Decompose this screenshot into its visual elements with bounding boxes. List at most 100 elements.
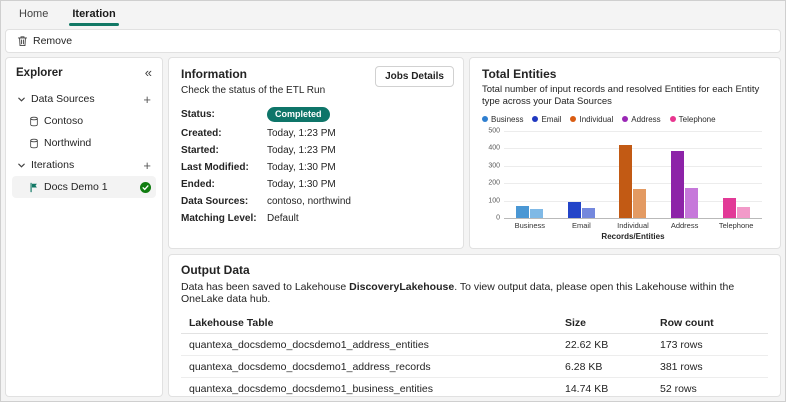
field-value: Today, 1:30 PM xyxy=(267,179,451,190)
chart-legend: Business Email Individual Address Telephone xyxy=(482,115,768,124)
cell-row-count: 52 rows xyxy=(660,383,760,395)
field-value: Default xyxy=(267,213,451,224)
remove-button[interactable]: Remove xyxy=(9,33,80,49)
iteration-flag-icon xyxy=(29,182,39,193)
explorer-panel: Explorer « Data Sources + xyxy=(5,57,163,397)
legend-dot xyxy=(622,116,628,122)
bar-group-telephone xyxy=(710,131,762,218)
cell-table-name: quantexa_docsdemo_docsdemo1_address_enti… xyxy=(189,339,565,351)
legend-item-individual[interactable]: Individual xyxy=(570,115,613,124)
field-value: contoso, northwind xyxy=(267,196,451,207)
legend-label: Telephone xyxy=(679,115,716,124)
chart-x-label: Address xyxy=(659,221,711,230)
bar-group-address xyxy=(659,131,711,218)
status-badge: Completed xyxy=(267,107,330,122)
tree-item-label: Northwind xyxy=(44,137,91,149)
main-area: Information Check the status of the ETL … xyxy=(168,57,781,397)
check-icon xyxy=(140,182,151,193)
explorer-title: Explorer xyxy=(16,67,63,79)
chart-x-label: Business xyxy=(504,221,556,230)
total-entities-title: Total Entities xyxy=(482,67,768,81)
database-icon xyxy=(29,138,39,149)
database-icon xyxy=(29,116,39,127)
chart-x-label: Email xyxy=(556,221,608,230)
bar-individual-records[interactable] xyxy=(619,145,632,218)
tree-section-label: Data Sources xyxy=(31,93,95,105)
column-header-size: Size xyxy=(565,317,660,329)
column-header-lakehouse-table: Lakehouse Table xyxy=(189,317,565,329)
tree-section-iterations: Iterations + Docs Demo 1 xyxy=(12,154,156,198)
tree-header-data-sources[interactable]: Data Sources + xyxy=(12,88,156,110)
legend-label: Address xyxy=(631,115,660,124)
chart-y-tick: 100 xyxy=(488,197,500,204)
output-data-title: Output Data xyxy=(181,263,768,277)
legend-item-telephone[interactable]: Telephone xyxy=(670,115,716,124)
remove-label: Remove xyxy=(33,35,72,47)
field-value: Completed xyxy=(267,107,451,122)
chart-x-label: Telephone xyxy=(710,221,762,230)
information-panel: Information Check the status of the ETL … xyxy=(168,57,464,249)
table-row: quantexa_docsdemo_docsdemo1_business_ent… xyxy=(181,378,768,397)
field-label: Last Modified: xyxy=(181,162,267,173)
legend-label: Email xyxy=(541,115,561,124)
cell-size: 22.62 KB xyxy=(565,339,660,351)
chart-y-tick: 0 xyxy=(496,215,500,222)
chart-y-tick: 500 xyxy=(488,127,500,134)
information-fields: Status: Completed Created: Today, 1:23 P… xyxy=(181,107,451,224)
legend-dot xyxy=(670,116,676,122)
bar-address-entities[interactable] xyxy=(685,188,698,218)
bar-email-records[interactable] xyxy=(568,202,581,218)
collapse-panel-icon[interactable]: « xyxy=(145,66,152,79)
tab-iteration[interactable]: Iteration xyxy=(60,1,127,27)
output-data-panel: Output Data Data has been saved to Lakeh… xyxy=(168,254,781,397)
output-table: Lakehouse Table Size Row count quantexa_… xyxy=(181,312,768,397)
legend-item-email[interactable]: Email xyxy=(532,115,561,124)
app-window: Home Iteration Remove Explorer « xyxy=(0,0,786,402)
tab-home[interactable]: Home xyxy=(7,1,60,27)
add-data-source-button[interactable]: + xyxy=(143,93,151,106)
field-label: Created: xyxy=(181,128,267,139)
jobs-details-button[interactable]: Jobs Details xyxy=(375,66,454,87)
content-area: Explorer « Data Sources + xyxy=(1,57,785,401)
chart-y-tick: 300 xyxy=(488,162,500,169)
legend-dot xyxy=(532,116,538,122)
total-entities-panel: Total Entities Total number of input rec… xyxy=(469,57,781,249)
chart-x-axis-title: Records/Entities xyxy=(504,232,762,241)
entities-chart: 0100200300400500 BusinessEmailIndividual… xyxy=(482,127,768,241)
tree-item-docs-demo-1[interactable]: Docs Demo 1 xyxy=(12,176,156,198)
bar-address-records[interactable] xyxy=(671,151,684,218)
lakehouse-name: DiscoveryLakehouse xyxy=(349,281,454,293)
chevron-down-icon xyxy=(17,161,26,170)
output-data-description: Data has been saved to Lakehouse Discove… xyxy=(181,281,768,305)
tree-item-northwind[interactable]: Northwind xyxy=(12,132,156,154)
tree-header-iterations[interactable]: Iterations + xyxy=(12,154,156,176)
add-iteration-button[interactable]: + xyxy=(143,159,151,172)
column-header-row-count: Row count xyxy=(660,317,760,329)
chart-gridline xyxy=(504,218,762,219)
bar-email-entities[interactable] xyxy=(582,208,595,218)
tree-section-label: Iterations xyxy=(31,159,74,171)
bar-group-email xyxy=(556,131,608,218)
trash-icon xyxy=(17,35,28,47)
bar-individual-entities[interactable] xyxy=(633,189,646,218)
bar-business-records[interactable] xyxy=(516,206,529,218)
bar-telephone-records[interactable] xyxy=(723,198,736,218)
total-entities-subtitle: Total number of input records and resolv… xyxy=(482,84,768,109)
legend-label: Business xyxy=(491,115,523,124)
bar-group-individual xyxy=(607,131,659,218)
legend-item-business[interactable]: Business xyxy=(482,115,523,124)
bar-business-entities[interactable] xyxy=(530,209,543,218)
legend-item-address[interactable]: Address xyxy=(622,115,660,124)
field-label: Ended: xyxy=(181,179,267,190)
cell-table-name: quantexa_docsdemo_docsdemo1_business_ent… xyxy=(189,383,565,395)
cell-size: 6.28 KB xyxy=(565,361,660,373)
legend-dot xyxy=(482,116,488,122)
field-label: Started: xyxy=(181,145,267,156)
chart-x-labels: BusinessEmailIndividualAddressTelephone xyxy=(504,221,762,230)
tab-bar: Home Iteration xyxy=(1,1,785,27)
table-row: quantexa_docsdemo_docsdemo1_address_enti… xyxy=(181,334,768,356)
table-row: quantexa_docsdemo_docsdemo1_address_reco… xyxy=(181,356,768,378)
bar-telephone-entities[interactable] xyxy=(737,207,750,218)
cell-size: 14.74 KB xyxy=(565,383,660,395)
tree-item-contoso[interactable]: Contoso xyxy=(12,110,156,132)
